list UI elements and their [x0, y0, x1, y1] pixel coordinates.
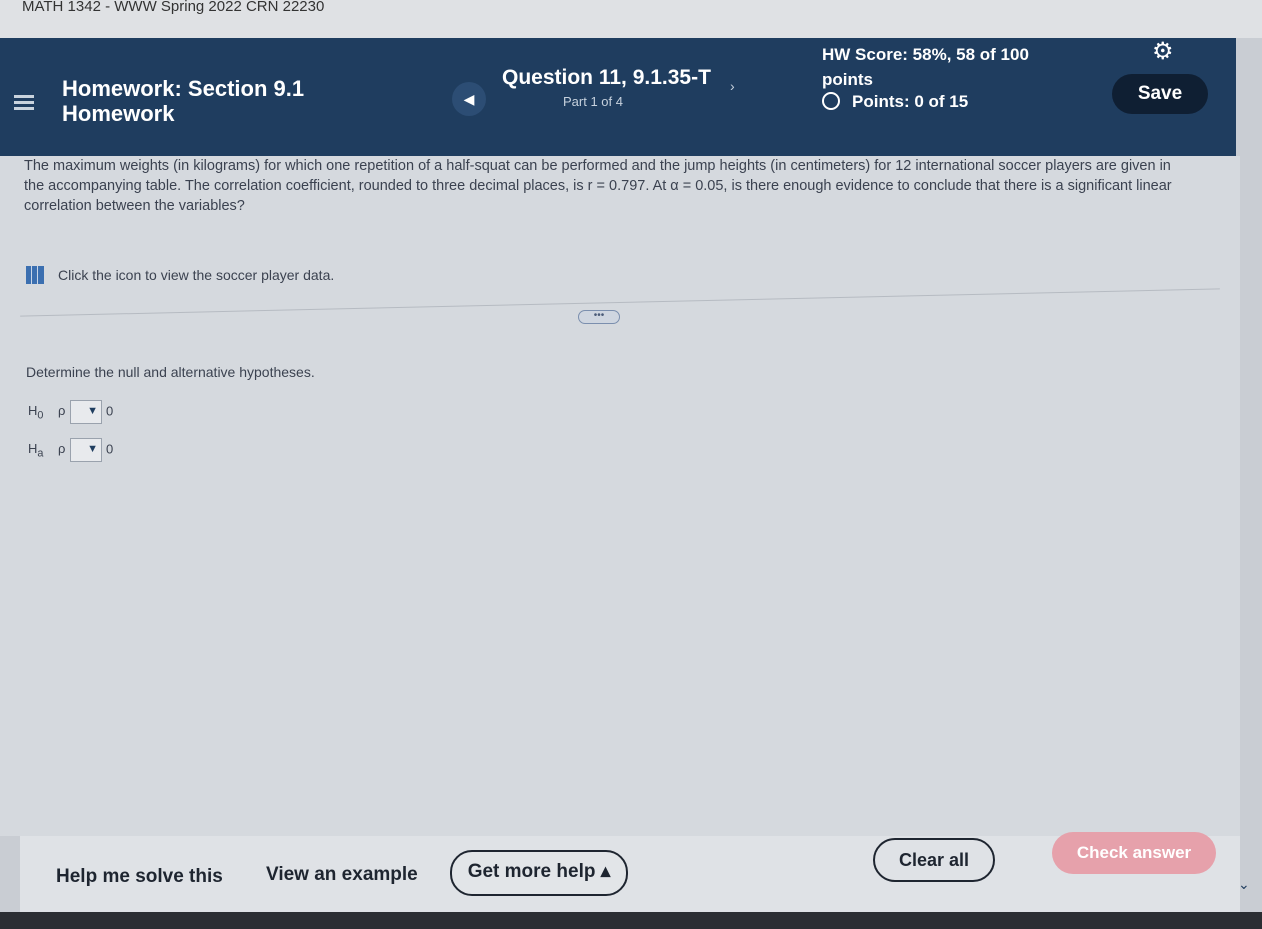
gear-icon[interactable]: ⚙	[1152, 40, 1176, 64]
hw-score-line1: HW Score: 58%, 58 of 100	[822, 45, 1029, 64]
header-bar: Homework: Section 9.1 Homework ◀ Questio…	[0, 38, 1236, 156]
instruction-text: Determine the null and alternative hypot…	[26, 364, 315, 380]
clear-all-button[interactable]: Clear all	[873, 838, 995, 882]
dropdown-arrow-icon: ▼	[87, 443, 98, 455]
chevron-left-icon: ◀	[463, 91, 475, 107]
h0-rhs: 0	[106, 403, 114, 419]
h0-symbol: H0	[28, 403, 44, 423]
alternative-hypothesis-row: Ha ρ ▼ 0	[28, 438, 113, 462]
table-icon[interactable]	[26, 266, 44, 284]
previous-question-button[interactable]: ◀	[452, 82, 486, 116]
null-hypothesis-row: H0 ρ ▼ 0	[28, 400, 113, 424]
save-button[interactable]: Save	[1112, 74, 1208, 114]
homework-word: Homework	[62, 101, 175, 126]
hw-score: HW Score: 58%, 58 of 100 points	[822, 42, 1029, 92]
ha-symbol: Ha	[28, 441, 44, 461]
chevron-right-icon: ›	[730, 78, 735, 94]
points-text: Points: 0 of 15	[852, 92, 969, 111]
homework-title: Homework: Section 9.1 Homework	[62, 76, 304, 126]
chevron-down-icon[interactable]: ⌄	[1238, 876, 1250, 893]
help-me-solve-button[interactable]: Help me solve this	[56, 866, 223, 888]
rho-symbol: ρ	[58, 441, 66, 457]
rho-symbol: ρ	[58, 403, 66, 419]
menu-icon[interactable]	[14, 95, 34, 111]
question-title: Question 11, 9.1.35-T	[502, 66, 711, 89]
ha-rhs: 0	[106, 441, 114, 457]
ha-operator-dropdown[interactable]: ▼	[70, 438, 102, 462]
divider	[20, 288, 1220, 317]
homework-label: Homework:	[62, 76, 182, 101]
data-link-text: Click the icon to view the soccer player…	[58, 267, 335, 283]
window-title: MATH 1342 - WWW Spring 2022 CRN 22230	[22, 0, 325, 15]
hw-score-line2: points	[822, 70, 873, 89]
next-question-button[interactable]: ›	[730, 78, 735, 94]
get-more-help-button[interactable]: Get more help ▴	[450, 850, 628, 896]
window-title-bar: MATH 1342 - WWW Spring 2022 CRN 22230	[0, 0, 1262, 38]
view-example-button[interactable]: View an example	[266, 864, 418, 886]
question-points: Points: 0 of 15	[822, 92, 968, 112]
footer-bar: Help me solve this View an example Get m…	[20, 832, 1250, 920]
dropdown-arrow-icon: ▼	[87, 405, 98, 417]
circle-icon	[822, 92, 840, 110]
h0-operator-dropdown[interactable]: ▼	[70, 400, 102, 424]
question-part: Part 1 of 4	[563, 94, 623, 109]
question-text: The maximum weights (in kilograms) for w…	[24, 158, 1172, 214]
question-panel: The maximum weights (in kilograms) for w…	[0, 156, 1240, 836]
taskbar	[0, 912, 1262, 929]
expand-dots-button[interactable]: •••	[578, 310, 620, 324]
section-name: Section 9.1	[187, 76, 305, 101]
check-answer-button[interactable]: Check answer	[1052, 832, 1216, 874]
soccer-data-link[interactable]: Click the icon to view the soccer player…	[26, 266, 334, 284]
